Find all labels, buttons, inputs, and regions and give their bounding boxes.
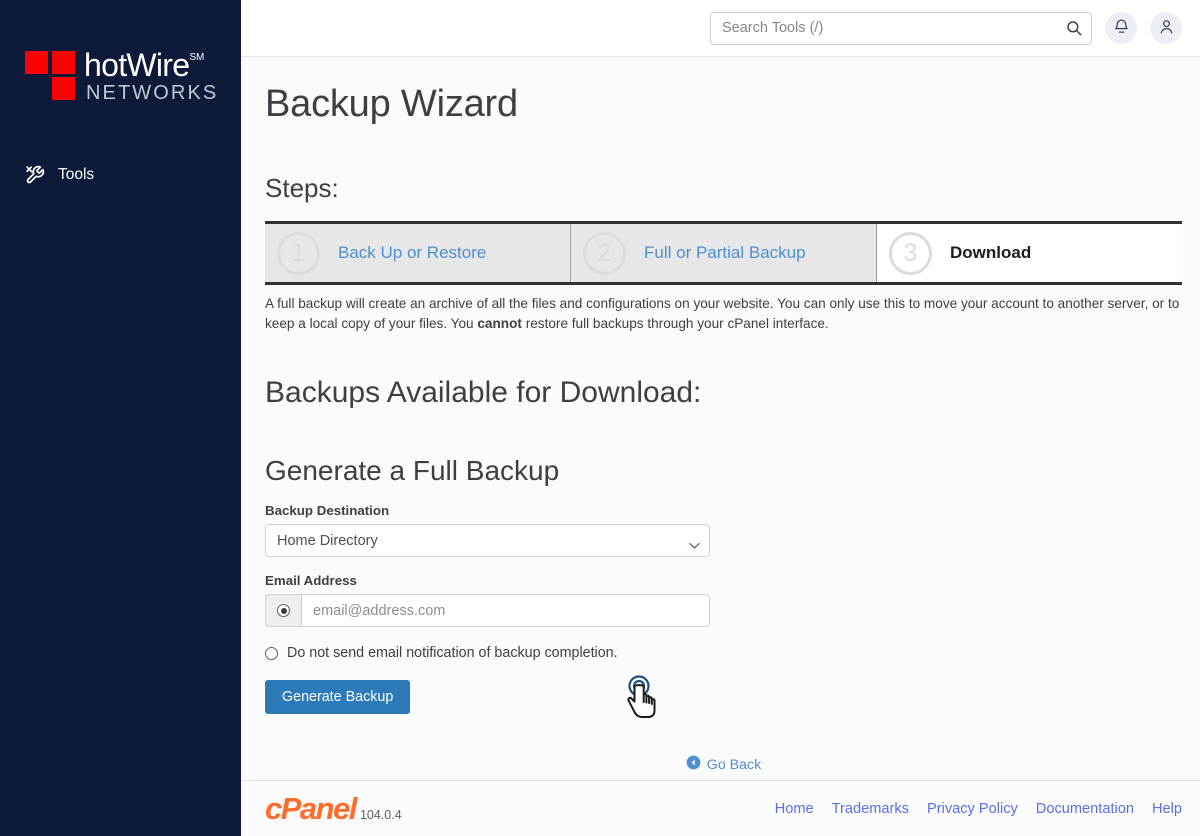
go-back-label: Go Back xyxy=(706,756,762,773)
footer-link-documentation[interactable]: Documentation xyxy=(1036,801,1134,817)
step-tab-1[interactable]: 1 Back Up or Restore xyxy=(265,224,571,282)
footer-link-help[interactable]: Help xyxy=(1152,801,1182,817)
backup-description: A full backup will create an archive of … xyxy=(265,294,1182,333)
sidebar-item-label: Tools xyxy=(58,166,95,183)
search-input[interactable] xyxy=(710,11,1092,45)
cpanel-brand: cPanel 104.0.4 xyxy=(265,793,402,824)
page-title: Backup Wizard xyxy=(265,83,518,125)
section-title: Backups Available for Download: xyxy=(265,376,702,410)
email-address-input[interactable] xyxy=(301,594,710,628)
brand-logo[interactable]: hotWireSM NETWORKS xyxy=(25,48,218,103)
step-number: 3 xyxy=(889,231,932,275)
step-label: Full or Partial Backup xyxy=(644,243,806,262)
sidebar-item-tools[interactable]: Tools xyxy=(25,165,94,185)
go-back-link[interactable]: Go Back xyxy=(686,755,761,774)
logo-servicemark: SM xyxy=(189,51,205,63)
arrow-circle-left-icon xyxy=(686,755,701,774)
no-email-label: Do not send email notification of backup… xyxy=(287,645,618,662)
sidebar: hotWireSM NETWORKS Tools xyxy=(0,0,241,836)
step-label: Back Up or Restore xyxy=(338,243,487,262)
bell-icon xyxy=(1113,18,1130,38)
footer-links: Home Trademarks Privacy Policy Documenta… xyxy=(775,801,1182,817)
cpanel-version: 104.0.4 xyxy=(359,808,402,822)
step-number: 2 xyxy=(583,231,626,275)
search-box xyxy=(710,11,1092,45)
email-input-group xyxy=(265,594,710,628)
page-footer: cPanel 104.0.4 Home Trademarks Privacy P… xyxy=(241,780,1200,836)
generate-backup-button[interactable]: Generate Backup xyxy=(265,680,411,715)
steps-heading: Steps: xyxy=(265,173,339,203)
top-bar xyxy=(241,0,1200,57)
step-label: Download xyxy=(950,243,1032,262)
description-emphasis: cannot xyxy=(477,315,522,331)
email-label: Email Address xyxy=(265,573,357,589)
logo-wordmark: hotWireSM NETWORKS xyxy=(84,48,218,103)
go-back-wrap: Go Back xyxy=(265,755,1182,775)
cpanel-logo: cPanel xyxy=(265,791,357,826)
description-text-2: restore full backups through your cPanel… xyxy=(521,315,829,331)
form-title: Generate a Full Backup xyxy=(265,455,560,487)
account-button[interactable] xyxy=(1150,12,1182,44)
tools-icon xyxy=(25,165,45,185)
page-content: Backup Wizard Steps: 1 Back Up or Restor… xyxy=(241,83,1200,775)
steps-bar: 1 Back Up or Restore 2 Full or Partial B… xyxy=(265,221,1182,285)
notifications-button[interactable] xyxy=(1105,12,1137,44)
main-area: Backup Wizard Steps: 1 Back Up or Restor… xyxy=(241,0,1200,836)
step-number: 1 xyxy=(277,231,320,275)
app-root: hotWireSM NETWORKS Tools Search Tools (/… xyxy=(0,0,1200,836)
no-email-radio[interactable] xyxy=(265,646,278,660)
logo-name: hotWire xyxy=(84,47,190,83)
footer-link-home[interactable]: Home xyxy=(775,801,814,817)
email-radio-addon[interactable] xyxy=(265,594,301,628)
step-tab-3[interactable]: 3 Download xyxy=(877,224,1182,282)
backup-destination-select[interactable]: Home Directory xyxy=(265,524,710,558)
footer-link-trademarks[interactable]: Trademarks xyxy=(832,801,909,817)
step-tab-2[interactable]: 2 Full or Partial Backup xyxy=(571,224,877,282)
footer-link-privacy-policy[interactable]: Privacy Policy xyxy=(927,801,1018,817)
destination-select-wrap: Home Directory xyxy=(265,524,710,558)
user-icon xyxy=(1158,18,1175,38)
logo-subtitle: NETWORKS xyxy=(86,82,219,104)
logo-squares-icon xyxy=(25,48,77,103)
destination-label: Backup Destination xyxy=(265,503,390,519)
no-email-radio-row[interactable]: Do not send email notification of backup… xyxy=(265,645,1182,661)
send-email-radio[interactable] xyxy=(277,604,290,618)
